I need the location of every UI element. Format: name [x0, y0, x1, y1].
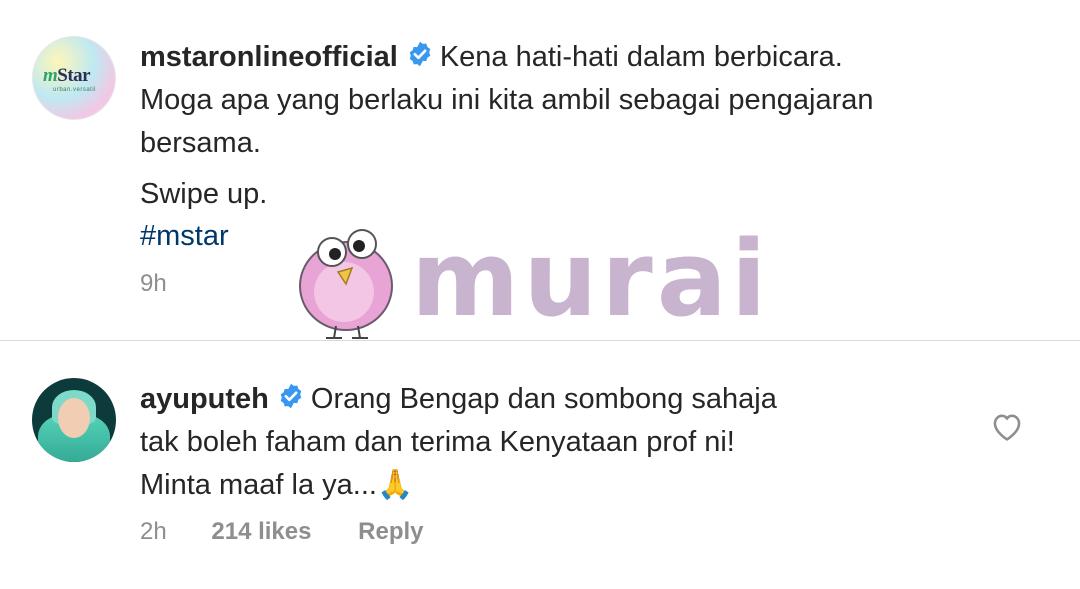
comment-line-1: ayuputeh Orang Bengap dan sombong sahaja [140, 383, 777, 415]
caption-line-2: Moga apa yang berlaku ini kita ambil seb… [140, 84, 874, 116]
caption-line-4: Swipe up. [140, 178, 268, 210]
watermark-text: murai [411, 218, 771, 340]
reply-button[interactable]: Reply [358, 518, 423, 545]
post-timestamp: 9h [140, 270, 167, 297]
avatar-logo-sub: urban.versatil [53, 87, 97, 93]
praying-hands-icon: 🙏 [376, 469, 414, 501]
comment-text: ayuputeh Orang Bengap dan sombong sahaja … [140, 378, 980, 507]
comment-meta: 2h 214 likes Reply [140, 518, 424, 546]
comment-line-2: tak boleh faham dan terima Kenyataan pro… [140, 426, 735, 458]
comment-timestamp: 2h [140, 518, 167, 545]
heart-outline-icon[interactable] [990, 410, 1024, 442]
caption-line-1: mstaronlineofficial Kena hati-hati dalam … [140, 41, 843, 73]
avatar-logo: mStar [43, 65, 91, 86]
avatar-face [58, 398, 90, 438]
username-mstaronlineofficial[interactable]: mstaronlineofficial [140, 41, 398, 73]
username-ayuputeh[interactable]: ayuputeh [140, 383, 269, 415]
mstar-avatar[interactable]: mStar urban.versatil [32, 36, 116, 120]
bird-mascot-icon [299, 229, 393, 339]
likes-count[interactable]: 214 likes [211, 518, 311, 545]
murai-watermark: murai [296, 218, 767, 344]
comment-divider [0, 340, 1080, 341]
caption-line-3: bersama. [140, 127, 261, 159]
verified-badge-icon [409, 41, 431, 67]
comment-line-3: Minta maaf la ya...🙏 [140, 469, 414, 501]
verified-badge-icon [280, 383, 302, 409]
ayuputeh-avatar[interactable] [32, 378, 116, 462]
